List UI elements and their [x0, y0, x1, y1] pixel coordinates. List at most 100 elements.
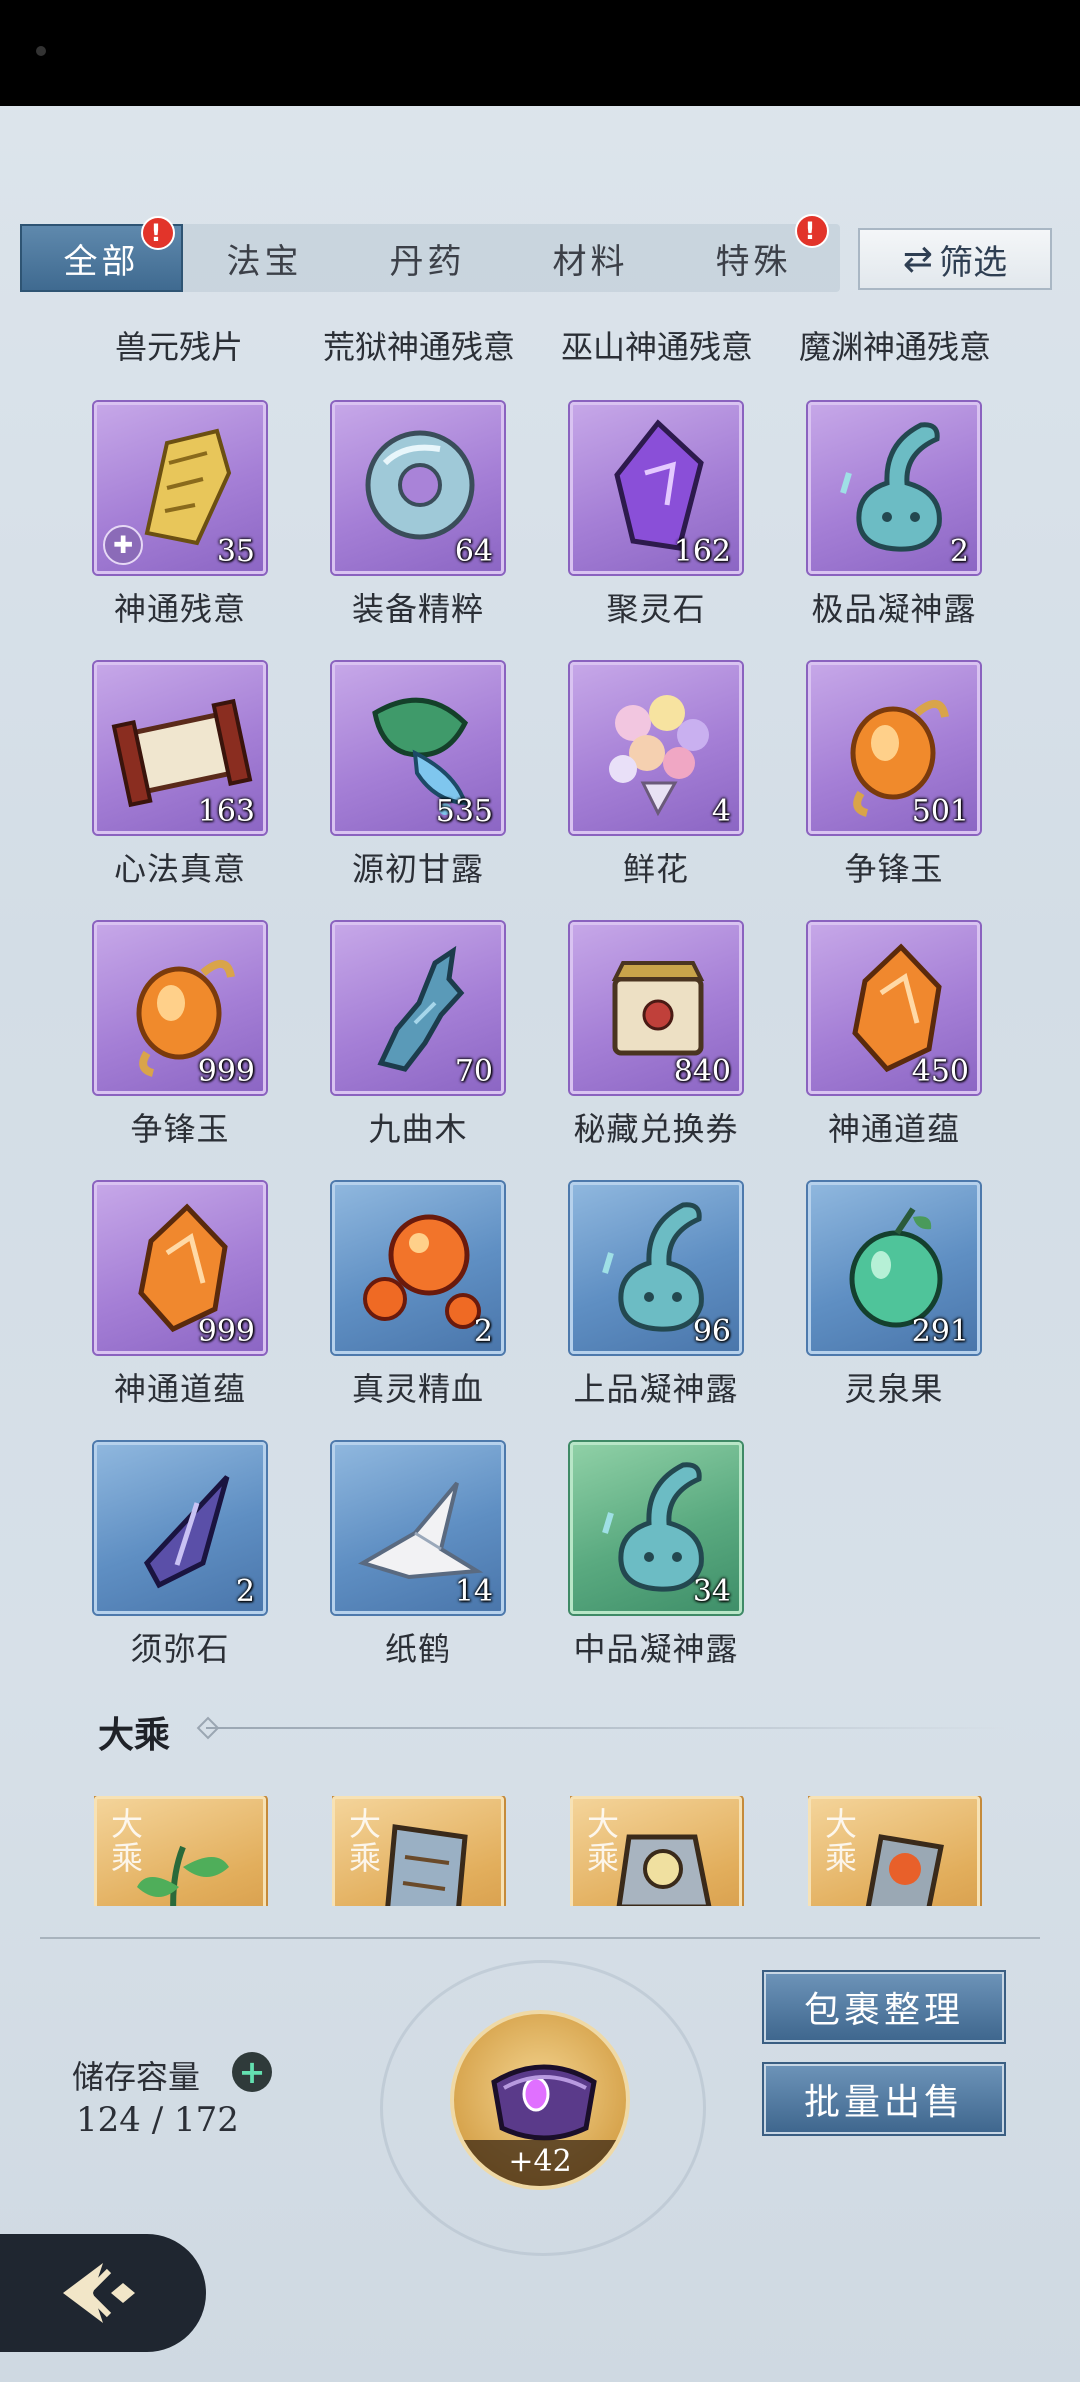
item-count: 291 [911, 1314, 969, 1349]
item-count: 70 [454, 1054, 493, 1089]
item-name: 神通道蕴 [113, 1370, 246, 1408]
fragment-icon: ✚ [103, 525, 143, 565]
alert-badge: ! [795, 214, 829, 248]
item-slot: 大乘 [808, 1796, 980, 1906]
item-name: 神通残意 [113, 590, 246, 628]
item-name: 神通道蕴 [827, 1110, 960, 1148]
tab-treasure[interactable]: 法宝 [183, 224, 346, 292]
inventory-item[interactable]: 450 神通道蕴 [808, 922, 984, 1150]
tab-special[interactable]: 特殊! [672, 214, 835, 292]
item-name: 魔渊神通残意 [798, 328, 991, 366]
inventory-item[interactable]: ✚ 35 神通残意 [94, 402, 270, 630]
inventory-item[interactable]: 2 须弥石 [94, 1442, 270, 1670]
item-name: 秘藏兑换券 [573, 1110, 739, 1148]
mirror-icon [616, 1834, 712, 1906]
dew-gourd-icon [840, 422, 942, 552]
inventory-item[interactable]: 大乘 [808, 1796, 984, 1906]
item-name: 争锋玉 [844, 850, 944, 888]
inventory-item[interactable]: 64 装备精粹 [332, 402, 508, 630]
inventory-item[interactable]: 70 九曲木 [332, 922, 508, 1150]
capacity-value: 124 / 172 [76, 2100, 239, 2140]
tab-materials[interactable]: 材料 [509, 224, 672, 292]
capacity-label: 储存容量 [72, 2058, 201, 2096]
inventory-item[interactable]: 大乘 [94, 1796, 270, 1906]
tab-label: 特殊 [715, 241, 792, 282]
bulk-sell-button[interactable]: 批量出售 [764, 2064, 1004, 2134]
talisman-icon [385, 1824, 468, 1906]
item-slot: 96 [570, 1182, 742, 1354]
category-tabs: 全部! 法宝 丹药 材料 特殊! [20, 214, 840, 292]
item-slot: 840 [570, 922, 742, 1094]
inventory-item[interactable]: 501 争锋玉 [808, 662, 984, 890]
item-slot: 大乘 [570, 1796, 742, 1906]
section-divider [206, 1727, 1006, 1729]
item-name: 装备精粹 [351, 590, 484, 628]
item-slot: 64 [332, 402, 504, 574]
item-name: 九曲木 [368, 1110, 468, 1148]
inventory-item[interactable]: 163 心法真意 [94, 662, 270, 890]
item-count: 162 [673, 534, 731, 569]
camera-dot [36, 46, 46, 56]
filter-button[interactable]: ⇄ 筛选 [858, 228, 1052, 290]
herb-plant-icon [137, 1845, 229, 1906]
swap-icon: ⇄ [902, 238, 934, 280]
inventory-item[interactable]: 999 神通道蕴 [94, 1182, 270, 1410]
bottom-divider [40, 1937, 1040, 1939]
filter-label: 筛选 [939, 242, 1008, 283]
item-name: 心法真意 [113, 850, 246, 888]
item-name: 兽元残片 [114, 328, 243, 366]
item-name: 争锋玉 [130, 1110, 230, 1148]
item-count: 840 [673, 1054, 731, 1089]
item-slot: 2 [808, 402, 980, 574]
inventory-item[interactable]: 535 源初甘露 [332, 662, 508, 890]
inventory-item[interactable]: 大乘 [332, 1796, 508, 1906]
tab-pills[interactable]: 丹药 [346, 224, 509, 292]
item-count: 96 [692, 1314, 731, 1349]
back-button[interactable] [0, 2234, 206, 2352]
item-slot: 大乘 [332, 1796, 504, 1906]
expand-capacity-button[interactable]: + [232, 2052, 272, 2092]
blood-orbs-icon [363, 1214, 481, 1329]
item-count: 501 [911, 794, 969, 829]
tab-label: 丹药 [389, 241, 466, 282]
item-count: 999 [197, 1054, 255, 1089]
item-name: 中品凝神露 [573, 1630, 739, 1668]
inventory-item[interactable]: 14 纸鹤 [332, 1442, 508, 1670]
alert-badge: ! [141, 216, 175, 250]
inventory-item[interactable]: 4 鲜花 [570, 662, 746, 890]
flame-fan-icon [865, 1834, 944, 1906]
item-slot: 4 [570, 662, 742, 834]
inventory-item[interactable]: 2 极品凝神露 [808, 402, 984, 630]
tab-all[interactable]: 全部! [20, 216, 183, 292]
item-slot: 2 [332, 1182, 504, 1354]
tab-label: 全部 [63, 241, 140, 282]
inventory-item[interactable]: 291 灵泉果 [808, 1182, 984, 1410]
storage-ring-icon [491, 2064, 597, 2141]
inventory-item[interactable]: 34 中品凝神露 [570, 1442, 746, 1670]
inventory-item[interactable]: 2 真灵精血 [332, 1182, 508, 1410]
storage-ring-button[interactable]: +42 [450, 2010, 630, 2190]
inventory-item[interactable]: 999 争锋玉 [94, 922, 270, 1150]
inventory-item[interactable]: 840 秘藏兑换券 [570, 922, 746, 1150]
item-slot: 501 [808, 662, 980, 834]
ring-bonus: +42 [454, 2140, 626, 2186]
item-name: 源初甘露 [351, 850, 484, 888]
item-count: 2 [949, 534, 969, 569]
item-count: 64 [454, 534, 493, 569]
tab-label: 法宝 [226, 241, 303, 282]
item-name: 聚灵石 [606, 590, 706, 628]
item-name: 巫山神通残意 [560, 328, 753, 366]
item-slot: ✚ 35 [94, 402, 266, 574]
item-count: 4 [711, 794, 731, 829]
item-name: 荒狱神通残意 [322, 328, 515, 366]
item-slot: 70 [332, 922, 504, 1094]
item-count: 34 [692, 1574, 731, 1609]
item-count: 999 [197, 1314, 255, 1349]
item-name: 纸鹤 [384, 1630, 451, 1668]
inventory-item[interactable]: 162 聚灵石 [570, 402, 746, 630]
inventory-item[interactable]: 大乘 [570, 1796, 746, 1906]
sort-bag-button[interactable]: 包裹整理 [764, 1972, 1004, 2042]
inventory-item[interactable]: 96 上品凝神露 [570, 1182, 746, 1410]
item-slot: 34 [570, 1442, 742, 1614]
item-slot: 999 [94, 922, 266, 1094]
